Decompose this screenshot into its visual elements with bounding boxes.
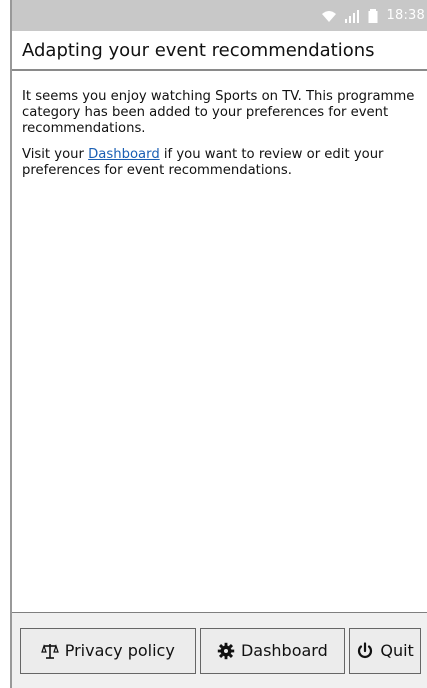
privacy-policy-label: Privacy policy xyxy=(64,641,175,660)
battery-icon xyxy=(368,8,378,23)
dashboard-button[interactable]: Dashboard xyxy=(199,627,346,674)
scales-icon xyxy=(40,643,59,659)
gear-icon xyxy=(217,642,235,659)
dashboard-link[interactable]: Dashboard xyxy=(88,147,160,162)
page-title-text: Adapting your event recommendations xyxy=(22,39,375,61)
power-icon xyxy=(358,641,373,658)
app-frame: 18:38 Adapting your event recommendation… xyxy=(10,0,427,688)
quit-button[interactable]: Quit xyxy=(349,627,421,674)
status-bar: 18:38 xyxy=(12,0,427,31)
bottom-toolbar: Privacy policy Dashboard Quit xyxy=(12,612,427,688)
dashboard-label: Dashboard xyxy=(240,641,328,660)
signal-icon xyxy=(344,9,359,23)
status-time: 18:38 xyxy=(386,8,425,23)
wifi-icon xyxy=(321,10,336,22)
main-content: It seems you enjoy watching Sports on TV… xyxy=(12,75,427,189)
message-paragraph-2: Visit your Dashboard if you want to revi… xyxy=(22,147,419,179)
privacy-policy-button[interactable]: Privacy policy xyxy=(20,627,196,674)
paragraph-2-before: Visit your xyxy=(22,147,89,162)
quit-label: Quit xyxy=(380,641,414,660)
page-title: Adapting your event recommendations xyxy=(12,31,427,71)
message-paragraph-1: It seems you enjoy watching Sports on TV… xyxy=(22,89,415,136)
